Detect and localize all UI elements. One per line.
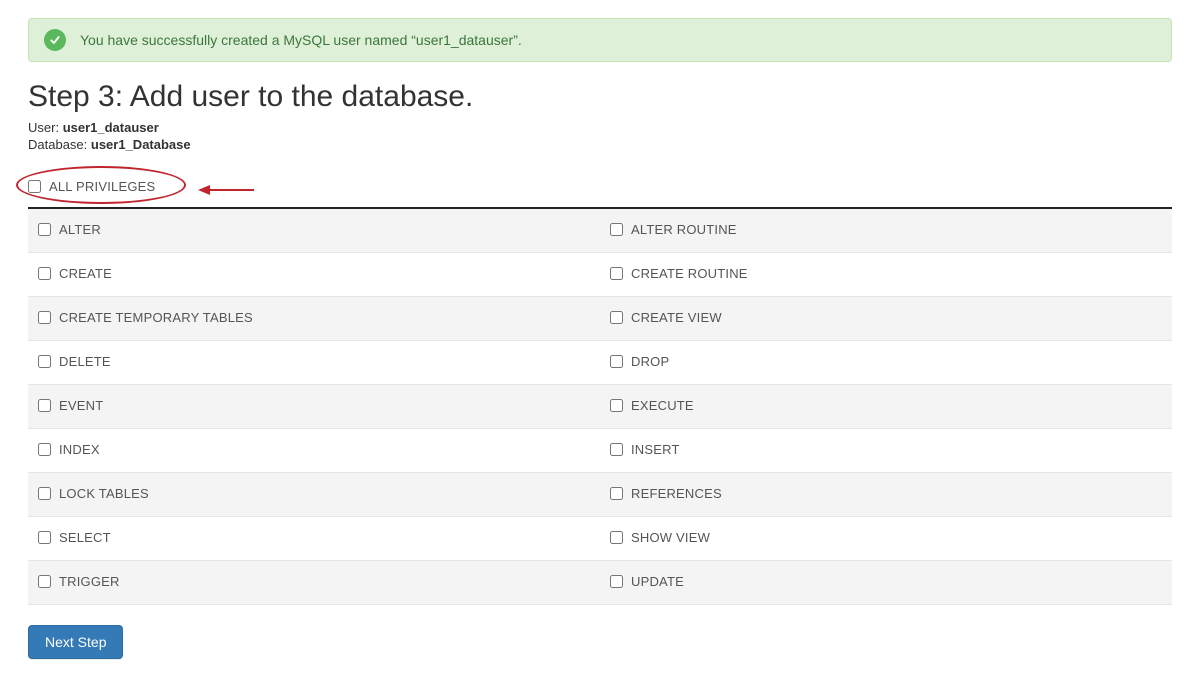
all-privileges-checkbox-label[interactable]: ALL PRIVILEGES — [28, 179, 155, 194]
privilege-label: CREATE VIEW — [631, 310, 722, 325]
privilege-label: REFERENCES — [631, 486, 722, 501]
privilege-cell: SHOW VIEW — [600, 516, 1172, 560]
privilege-label: CREATE — [59, 266, 112, 281]
privilege-checkbox[interactable] — [38, 267, 51, 280]
privilege-cell: INSERT — [600, 428, 1172, 472]
privilege-row: SELECT SHOW VIEW — [28, 516, 1172, 560]
privilege-checkbox-label[interactable]: INSERT — [610, 442, 680, 457]
privilege-checkbox[interactable] — [610, 575, 623, 588]
database-line: Database: user1_Database — [28, 137, 1172, 154]
privilege-checkbox[interactable] — [38, 531, 51, 544]
privilege-checkbox[interactable] — [38, 311, 51, 324]
privilege-cell: CREATE TEMPORARY TABLES — [28, 296, 600, 340]
privilege-checkbox-label[interactable]: CREATE VIEW — [610, 310, 722, 325]
privilege-checkbox[interactable] — [610, 223, 623, 236]
privilege-checkbox[interactable] — [38, 355, 51, 368]
success-alert: You have successfully created a MySQL us… — [28, 18, 1172, 62]
privilege-checkbox-label[interactable]: EVENT — [38, 398, 103, 413]
privilege-label: CREATE ROUTINE — [631, 266, 748, 281]
privilege-checkbox-label[interactable]: TRIGGER — [38, 574, 120, 589]
privilege-checkbox-label[interactable]: CREATE ROUTINE — [610, 266, 748, 281]
privilege-label: INDEX — [59, 442, 100, 457]
privilege-cell: INDEX — [28, 428, 600, 472]
privilege-cell: CREATE ROUTINE — [600, 252, 1172, 296]
privileges-table: ALTERALTER ROUTINECREATECREATE ROUTINECR… — [28, 209, 1172, 605]
next-step-button[interactable]: Next Step — [28, 625, 123, 659]
privilege-cell: DROP — [600, 340, 1172, 384]
privilege-row: ALTER ALTER ROUTINE — [28, 209, 1172, 253]
privilege-cell: CREATE — [28, 252, 600, 296]
privilege-checkbox-label[interactable]: SHOW VIEW — [610, 530, 710, 545]
privilege-label: EXECUTE — [631, 398, 694, 413]
privilege-cell: REFERENCES — [600, 472, 1172, 516]
privilege-label: DELETE — [59, 354, 111, 369]
privilege-checkbox-label[interactable]: DROP — [610, 354, 669, 369]
privilege-checkbox[interactable] — [610, 311, 623, 324]
privilege-checkbox-label[interactable]: UPDATE — [610, 574, 684, 589]
privilege-cell: ALTER ROUTINE — [600, 209, 1172, 253]
privilege-checkbox-label[interactable]: REFERENCES — [610, 486, 722, 501]
privilege-row: DELETE DROP — [28, 340, 1172, 384]
privilege-checkbox-label[interactable]: CREATE — [38, 266, 112, 281]
privilege-row: EVENT EXECUTE — [28, 384, 1172, 428]
privilege-checkbox-label[interactable]: CREATE TEMPORARY TABLES — [38, 310, 253, 325]
privilege-label: ALTER ROUTINE — [631, 222, 737, 237]
privilege-cell: ALTER — [28, 209, 600, 253]
privilege-cell: SELECT — [28, 516, 600, 560]
privilege-label: INSERT — [631, 442, 680, 457]
privilege-checkbox[interactable] — [38, 443, 51, 456]
database-value: user1_Database — [91, 137, 191, 152]
privilege-label: SHOW VIEW — [631, 530, 710, 545]
privilege-cell: UPDATE — [600, 560, 1172, 604]
privilege-checkbox-label[interactable]: LOCK TABLES — [38, 486, 149, 501]
check-icon — [44, 29, 66, 51]
privilege-checkbox-label[interactable]: ALTER ROUTINE — [610, 222, 737, 237]
privilege-checkbox[interactable] — [38, 575, 51, 588]
privilege-checkbox[interactable] — [38, 487, 51, 500]
privilege-checkbox-label[interactable]: EXECUTE — [610, 398, 694, 413]
privilege-cell: EVENT — [28, 384, 600, 428]
privilege-checkbox[interactable] — [610, 399, 623, 412]
privilege-label: ALTER — [59, 222, 101, 237]
user-label: User: — [28, 120, 59, 135]
privilege-label: LOCK TABLES — [59, 486, 149, 501]
privilege-label: TRIGGER — [59, 574, 120, 589]
privilege-row: TRIGGER UPDATE — [28, 560, 1172, 604]
privilege-checkbox[interactable] — [610, 531, 623, 544]
all-privileges-checkbox[interactable] — [28, 180, 41, 193]
privilege-label: CREATE TEMPORARY TABLES — [59, 310, 253, 325]
user-line: User: user1_datauser — [28, 120, 1172, 137]
privilege-cell: CREATE VIEW — [600, 296, 1172, 340]
privilege-checkbox[interactable] — [38, 399, 51, 412]
privilege-row: CREATE TEMPORARY TABLES CREATE VIEW — [28, 296, 1172, 340]
privilege-checkbox-label[interactable]: INDEX — [38, 442, 100, 457]
privilege-checkbox[interactable] — [610, 267, 623, 280]
privilege-checkbox-label[interactable]: SELECT — [38, 530, 111, 545]
privilege-cell: TRIGGER — [28, 560, 600, 604]
privilege-checkbox[interactable] — [610, 355, 623, 368]
page-title: Step 3: Add user to the database. — [28, 80, 1172, 114]
privilege-label: EVENT — [59, 398, 103, 413]
privilege-label: SELECT — [59, 530, 111, 545]
privilege-checkbox[interactable] — [610, 487, 623, 500]
annotation-arrow-icon — [198, 180, 254, 203]
privilege-cell: LOCK TABLES — [28, 472, 600, 516]
alert-message: You have successfully created a MySQL us… — [80, 32, 522, 48]
all-privileges-text: ALL PRIVILEGES — [49, 179, 155, 194]
privilege-checkbox-label[interactable]: DELETE — [38, 354, 111, 369]
all-privileges-section: ALL PRIVILEGES — [28, 176, 1172, 199]
privilege-row: CREATE CREATE ROUTINE — [28, 252, 1172, 296]
privilege-row: INDEX INSERT — [28, 428, 1172, 472]
database-label: Database: — [28, 137, 87, 152]
privilege-checkbox-label[interactable]: ALTER — [38, 222, 101, 237]
privilege-cell: DELETE — [28, 340, 600, 384]
user-value: user1_datauser — [63, 120, 159, 135]
privilege-cell: EXECUTE — [600, 384, 1172, 428]
privilege-checkbox[interactable] — [610, 443, 623, 456]
privilege-checkbox[interactable] — [38, 223, 51, 236]
privilege-label: DROP — [631, 354, 669, 369]
privilege-label: UPDATE — [631, 574, 684, 589]
privilege-row: LOCK TABLES REFERENCES — [28, 472, 1172, 516]
